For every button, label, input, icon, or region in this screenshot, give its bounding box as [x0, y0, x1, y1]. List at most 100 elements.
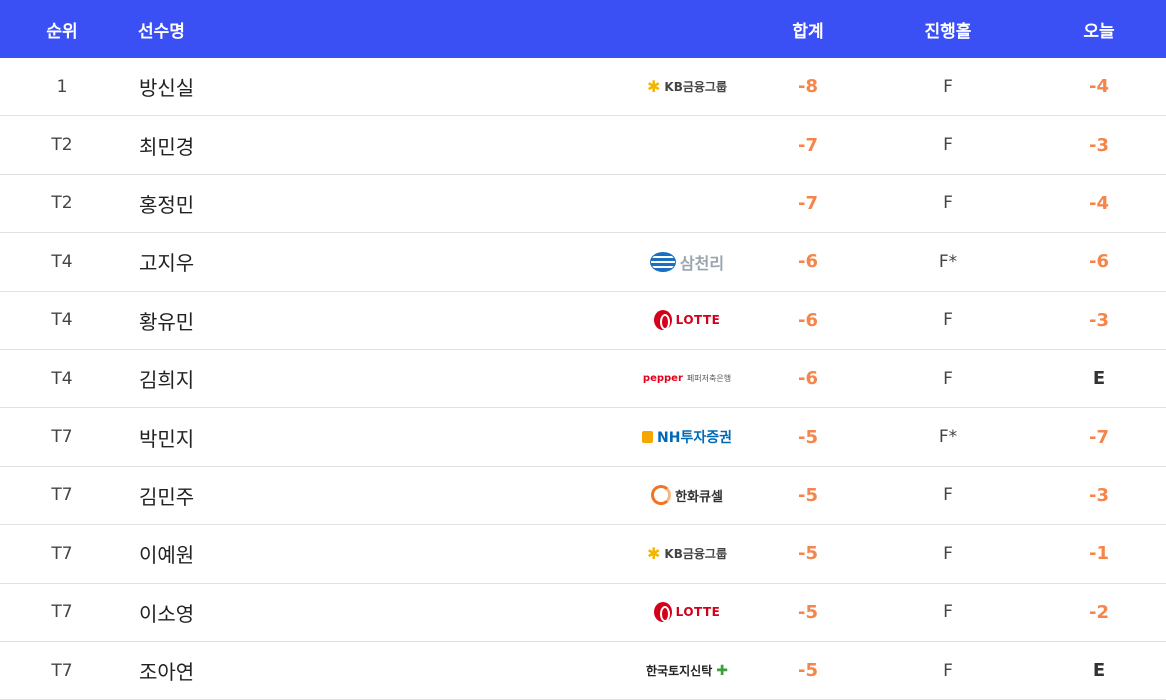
- samchully-logo: 삼천리: [649, 250, 725, 274]
- player-sponsor: LOTTE: [622, 602, 752, 623]
- leaderboard-header: 순위 선수명 합계 진행홀 오늘: [0, 0, 1166, 58]
- player-sponsor: LOTTE: [622, 310, 752, 331]
- nh-securities-logo-text: NH투자증권: [657, 430, 732, 447]
- hanwha-qcells-logo: 한화큐셀: [651, 485, 723, 506]
- player-name[interactable]: 이소영: [124, 598, 622, 627]
- player-total-score: -7: [798, 134, 818, 156]
- nh-emblem-icon: [642, 431, 654, 444]
- player-total-score: -5: [798, 660, 818, 682]
- player-today-score: -3: [1089, 484, 1109, 506]
- lotte-logo: LOTTE: [653, 602, 721, 623]
- hanwha-swirl-icon: [651, 485, 672, 506]
- player-rank: T4: [51, 310, 73, 331]
- player-sponsor: NH투자증권: [622, 427, 752, 447]
- pepper-savings-bank-logo: pepper 페퍼저축은행: [643, 373, 731, 384]
- player-sponsor: 한국토지신탁 ✚: [622, 662, 752, 679]
- leaderboard-row[interactable]: 1 방신실 ✱ KB금융그룹 -8 F -4: [0, 58, 1166, 117]
- pepper-logo-subtext: 페퍼저축은행: [686, 374, 732, 384]
- player-name[interactable]: 박민지: [124, 423, 622, 452]
- leaderboard-row[interactable]: T7 이소영 LOTTE -5 F -2: [0, 584, 1166, 642]
- korea-trust-emblem-icon: ✚: [716, 662, 728, 679]
- player-total-score: -6: [798, 368, 818, 390]
- leaderboard-row[interactable]: T4 김희지 pepper 페퍼저축은행 -6 F E: [0, 350, 1166, 409]
- header-total[interactable]: 합계: [752, 17, 864, 42]
- leaderboard-row[interactable]: T2 홍정민 -7 F -4: [0, 175, 1166, 234]
- player-name[interactable]: 고지우: [124, 247, 622, 276]
- player-total-score: -5: [798, 484, 818, 506]
- player-sponsor: 한화큐셀: [622, 485, 752, 506]
- hanwha-qcells-logo-text: 한화큐셀: [675, 489, 723, 505]
- player-rank: T2: [51, 135, 73, 156]
- player-hole-progress: F: [943, 485, 953, 506]
- player-rank: T4: [51, 368, 73, 389]
- leaderboard-row[interactable]: T7 이예원 ✱ KB금융그룹 -5 F -1: [0, 525, 1166, 584]
- lotte-emblem-icon: [653, 310, 672, 331]
- leaderboard: 순위 선수명 합계 진행홀 오늘 1 방신실 ✱ KB금융그룹 -8 F -4 T2 최민경 -7…: [0, 0, 1166, 700]
- player-total-score: -7: [798, 192, 818, 214]
- player-rank: 1: [56, 76, 68, 97]
- player-today-score: -2: [1089, 601, 1109, 623]
- lotte-logo-text: LOTTE: [675, 605, 721, 620]
- player-total-score: -5: [798, 543, 818, 565]
- player-rank: T7: [51, 427, 73, 448]
- korea-trust-logo-text: 한국토지신탁: [646, 664, 713, 679]
- player-name[interactable]: 김민주: [124, 481, 622, 510]
- leaderboard-row[interactable]: T7 박민지 NH투자증권 -5 F* -7: [0, 408, 1166, 467]
- player-total-score: -8: [798, 76, 818, 98]
- player-name[interactable]: 김희지: [124, 364, 622, 393]
- player-sponsor: 삼천리: [622, 250, 752, 274]
- player-hole-progress: F*: [938, 251, 958, 272]
- player-hole-progress: F: [943, 310, 953, 331]
- player-rank: T7: [51, 660, 73, 681]
- nh-securities-logo: NH투자증권: [642, 427, 732, 447]
- player-name[interactable]: 조아연: [124, 656, 622, 685]
- player-rank: T4: [51, 251, 73, 272]
- header-name[interactable]: 선수명: [124, 17, 622, 42]
- leaderboard-row[interactable]: T2 최민경 -7 F -3: [0, 116, 1166, 175]
- player-name[interactable]: 홍정민: [124, 189, 622, 218]
- kb-star-icon: ✱: [646, 543, 661, 563]
- samchully-globe-icon: [649, 251, 676, 272]
- kb-financial-logo: ✱ KB금융그룹: [647, 545, 727, 562]
- player-name[interactable]: 이예원: [124, 539, 622, 568]
- player-total-score: -6: [798, 251, 818, 273]
- player-hole-progress: F: [943, 76, 953, 97]
- kb-financial-logo-text: KB금융그룹: [664, 80, 727, 95]
- player-rank: T7: [51, 485, 73, 506]
- player-sponsor: pepper 페퍼저축은행: [622, 373, 752, 384]
- player-name[interactable]: 최민경: [124, 131, 622, 160]
- player-hole-progress: F: [943, 193, 953, 214]
- player-total-score: -5: [798, 601, 818, 623]
- player-sponsor: ✱ KB금융그룹: [622, 78, 752, 95]
- player-today-score: -3: [1089, 134, 1109, 156]
- player-hole-progress: F: [943, 660, 953, 681]
- player-today-score: E: [1092, 368, 1106, 390]
- player-today-score: -3: [1089, 309, 1109, 331]
- player-rank: T7: [51, 602, 73, 623]
- kb-star-icon: ✱: [646, 76, 661, 96]
- player-name[interactable]: 황유민: [124, 306, 622, 335]
- header-today[interactable]: 오늘: [1032, 17, 1166, 42]
- player-today-score: -4: [1089, 76, 1109, 98]
- samchully-logo-text: 삼천리: [679, 253, 725, 273]
- player-today-score: -6: [1089, 251, 1109, 273]
- player-name[interactable]: 방신실: [124, 72, 622, 101]
- korea-trust-logo: 한국토지신탁 ✚: [646, 662, 728, 679]
- lotte-logo: LOTTE: [653, 310, 721, 331]
- header-rank[interactable]: 순위: [0, 17, 124, 42]
- leaderboard-row[interactable]: T4 황유민 LOTTE -6 F -3: [0, 292, 1166, 350]
- player-rank: T2: [51, 193, 73, 214]
- player-hole-progress: F: [943, 602, 953, 623]
- header-hole[interactable]: 진행홀: [864, 17, 1032, 42]
- player-total-score: -5: [798, 426, 818, 448]
- player-hole-progress: F: [943, 135, 953, 156]
- leaderboard-row[interactable]: T7 김민주 한화큐셀 -5 F -3: [0, 467, 1166, 526]
- player-today-score: -7: [1089, 426, 1109, 448]
- leaderboard-row[interactable]: T7 조아연 한국토지신탁 ✚ -5 F E: [0, 642, 1166, 700]
- lotte-emblem-icon: [653, 602, 672, 623]
- player-hole-progress: F*: [938, 427, 958, 448]
- kb-financial-logo: ✱ KB금융그룹: [647, 78, 727, 95]
- player-today-score: -4: [1089, 192, 1109, 214]
- leaderboard-row[interactable]: T4 고지우 삼천리 -6 F* -6: [0, 233, 1166, 292]
- player-hole-progress: F: [943, 543, 953, 564]
